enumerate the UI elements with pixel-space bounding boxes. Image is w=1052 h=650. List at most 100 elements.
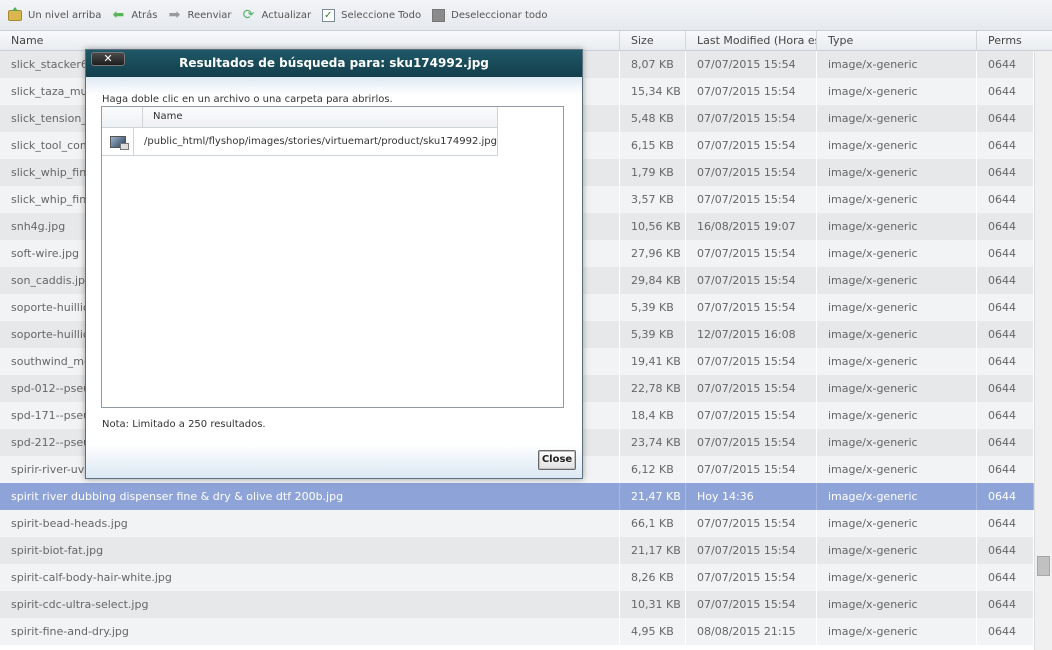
file-type-cell[interactable]: image/x-generic bbox=[817, 213, 977, 240]
file-perms-cell[interactable]: 0644 bbox=[977, 564, 1034, 591]
file-perms-cell[interactable]: 0644 bbox=[977, 294, 1034, 321]
file-type-cell[interactable]: image/x-generic bbox=[817, 132, 977, 159]
file-name-cell[interactable]: spirit-calf-body-hair-white.jpg bbox=[0, 564, 620, 591]
file-perms-cell[interactable]: 0644 bbox=[977, 321, 1034, 348]
file-size-cell[interactable]: 15,34 KB bbox=[620, 78, 686, 105]
file-modified-cell[interactable]: 16/08/2015 19:07 bbox=[686, 213, 817, 240]
file-perms-cell[interactable]: 0644 bbox=[977, 186, 1034, 213]
file-modified-cell[interactable]: 07/07/2015 15:54 bbox=[686, 429, 817, 456]
file-type-cell[interactable]: image/x-generic bbox=[817, 510, 977, 537]
column-header-type[interactable]: Type bbox=[817, 31, 977, 51]
file-perms-cell[interactable]: 0644 bbox=[977, 132, 1034, 159]
file-type-cell[interactable]: image/x-generic bbox=[817, 186, 977, 213]
file-size-cell[interactable]: 23,74 KB bbox=[620, 429, 686, 456]
file-type-cell[interactable]: image/x-generic bbox=[817, 429, 977, 456]
file-size-cell[interactable]: 21,17 KB bbox=[620, 537, 686, 564]
file-size-cell[interactable]: 22,78 KB bbox=[620, 375, 686, 402]
file-size-cell[interactable]: 29,84 KB bbox=[620, 267, 686, 294]
file-modified-cell[interactable]: 07/07/2015 15:54 bbox=[686, 510, 817, 537]
file-type-cell[interactable]: image/x-generic bbox=[817, 267, 977, 294]
file-size-cell[interactable]: 5,39 KB bbox=[620, 321, 686, 348]
file-modified-cell[interactable]: 07/07/2015 15:54 bbox=[686, 591, 817, 618]
file-perms-cell[interactable]: 0644 bbox=[977, 429, 1034, 456]
vertical-scrollbar[interactable] bbox=[1034, 51, 1052, 650]
file-row[interactable]: spirit-calf-body-hair-white.jpg 8,26 KB 07… bbox=[0, 564, 1034, 591]
file-type-cell[interactable]: image/x-generic bbox=[817, 483, 977, 510]
results-header-name[interactable]: Name bbox=[143, 107, 183, 127]
file-modified-cell[interactable]: 07/07/2015 15:54 bbox=[686, 348, 817, 375]
file-perms-cell[interactable]: 0644 bbox=[977, 159, 1034, 186]
file-perms-cell[interactable]: 0644 bbox=[977, 267, 1034, 294]
file-size-cell[interactable]: 10,56 KB bbox=[620, 213, 686, 240]
forward-button[interactable]: ➡ Reenviar bbox=[166, 8, 232, 22]
file-type-cell[interactable]: image/x-generic bbox=[817, 51, 977, 78]
file-modified-cell[interactable]: 07/07/2015 15:54 bbox=[686, 402, 817, 429]
file-type-cell[interactable]: image/x-generic bbox=[817, 375, 977, 402]
file-perms-cell[interactable]: 0644 bbox=[977, 618, 1034, 645]
file-size-cell[interactable]: 6,15 KB bbox=[620, 132, 686, 159]
file-row[interactable]: spirit-bead-heads.jpg 66,1 KB 07/07/2015 1… bbox=[0, 510, 1034, 537]
file-type-cell[interactable]: image/x-generic bbox=[817, 591, 977, 618]
file-modified-cell[interactable]: 07/07/2015 15:54 bbox=[686, 105, 817, 132]
file-perms-cell[interactable]: 0644 bbox=[977, 591, 1034, 618]
file-name-cell[interactable]: spirit-fine-and-dry.jpg bbox=[0, 618, 620, 645]
file-type-cell[interactable]: image/x-generic bbox=[817, 78, 977, 105]
file-modified-cell[interactable]: 07/07/2015 15:54 bbox=[686, 240, 817, 267]
column-header-name[interactable]: Name bbox=[0, 31, 620, 51]
file-modified-cell[interactable]: 07/07/2015 15:54 bbox=[686, 186, 817, 213]
file-modified-cell[interactable]: 07/07/2015 15:54 bbox=[686, 78, 817, 105]
dialog-close-x-button[interactable]: ✕ bbox=[91, 52, 125, 66]
file-perms-cell[interactable]: 0644 bbox=[977, 51, 1034, 78]
file-modified-cell[interactable]: 08/08/2015 21:15 bbox=[686, 618, 817, 645]
file-size-cell[interactable]: 8,07 KB bbox=[620, 51, 686, 78]
file-type-cell[interactable]: image/x-generic bbox=[817, 456, 977, 483]
file-type-cell[interactable]: image/x-generic bbox=[817, 537, 977, 564]
file-type-cell[interactable]: image/x-generic bbox=[817, 564, 977, 591]
file-size-cell[interactable]: 1,79 KB bbox=[620, 159, 686, 186]
file-type-cell[interactable]: image/x-generic bbox=[817, 618, 977, 645]
file-row[interactable]: spirit river dubbing dispenser fine & dr… bbox=[0, 483, 1034, 510]
column-header-perms[interactable]: Perms bbox=[977, 31, 1034, 51]
file-modified-cell[interactable]: 07/07/2015 15:54 bbox=[686, 456, 817, 483]
file-perms-cell[interactable]: 0644 bbox=[977, 348, 1034, 375]
file-modified-cell[interactable]: 07/07/2015 15:54 bbox=[686, 51, 817, 78]
close-button[interactable]: Close bbox=[538, 450, 576, 470]
file-modified-cell[interactable]: 07/07/2015 15:54 bbox=[686, 294, 817, 321]
file-type-cell[interactable]: image/x-generic bbox=[817, 294, 977, 321]
file-perms-cell[interactable]: 0644 bbox=[977, 375, 1034, 402]
file-size-cell[interactable]: 19,41 KB bbox=[620, 348, 686, 375]
file-type-cell[interactable]: image/x-generic bbox=[817, 402, 977, 429]
column-header-modified[interactable]: Last Modified (Hora está bbox=[686, 31, 817, 51]
file-modified-cell[interactable]: 07/07/2015 15:54 bbox=[686, 159, 817, 186]
file-size-cell[interactable]: 5,48 KB bbox=[620, 105, 686, 132]
up-level-button[interactable]: Un nivel arriba bbox=[7, 6, 101, 22]
file-row[interactable]: spirit-biot-fat.jpg 21,17 KB 07/07/2015 15… bbox=[0, 537, 1034, 564]
result-path[interactable]: /public_html/flyshop/images/stories/virt… bbox=[134, 128, 497, 155]
file-size-cell[interactable]: 27,96 KB bbox=[620, 240, 686, 267]
deselect-all-button[interactable]: Deseleccionar todo bbox=[430, 8, 547, 22]
file-modified-cell[interactable]: 07/07/2015 15:54 bbox=[686, 267, 817, 294]
back-button[interactable]: ⬅ Atrás bbox=[110, 8, 158, 22]
file-name-cell[interactable]: spirit-cdc-ultra-select.jpg bbox=[0, 591, 620, 618]
scrollbar-thumb[interactable] bbox=[1037, 556, 1050, 576]
file-perms-cell[interactable]: 0644 bbox=[977, 456, 1034, 483]
file-perms-cell[interactable]: 0644 bbox=[977, 240, 1034, 267]
file-row[interactable]: spirit-cdc-ultra-select.jpg 10,31 KB 07/07… bbox=[0, 591, 1034, 618]
file-size-cell[interactable]: 6,12 KB bbox=[620, 456, 686, 483]
file-size-cell[interactable]: 18,4 KB bbox=[620, 402, 686, 429]
result-row[interactable]: /public_html/flyshop/images/stories/virt… bbox=[102, 128, 498, 156]
file-modified-cell[interactable]: Hoy 14:36 bbox=[686, 483, 817, 510]
file-size-cell[interactable]: 66,1 KB bbox=[620, 510, 686, 537]
file-modified-cell[interactable]: 07/07/2015 15:54 bbox=[686, 537, 817, 564]
column-header-size[interactable]: Size bbox=[620, 31, 686, 51]
file-name-cell[interactable]: spirit river dubbing dispenser fine & dr… bbox=[0, 483, 620, 510]
file-name-cell[interactable]: spirit-biot-fat.jpg bbox=[0, 537, 620, 564]
file-modified-cell[interactable]: 07/07/2015 15:54 bbox=[686, 564, 817, 591]
file-modified-cell[interactable]: 07/07/2015 15:54 bbox=[686, 132, 817, 159]
file-row[interactable]: spirit-fine-and-dry.jpg 4,95 KB 08/08/2015… bbox=[0, 618, 1034, 645]
file-perms-cell[interactable]: 0644 bbox=[977, 510, 1034, 537]
file-size-cell[interactable]: 21,47 KB bbox=[620, 483, 686, 510]
file-size-cell[interactable]: 5,39 KB bbox=[620, 294, 686, 321]
file-size-cell[interactable]: 10,31 KB bbox=[620, 591, 686, 618]
file-perms-cell[interactable]: 0644 bbox=[977, 483, 1034, 510]
